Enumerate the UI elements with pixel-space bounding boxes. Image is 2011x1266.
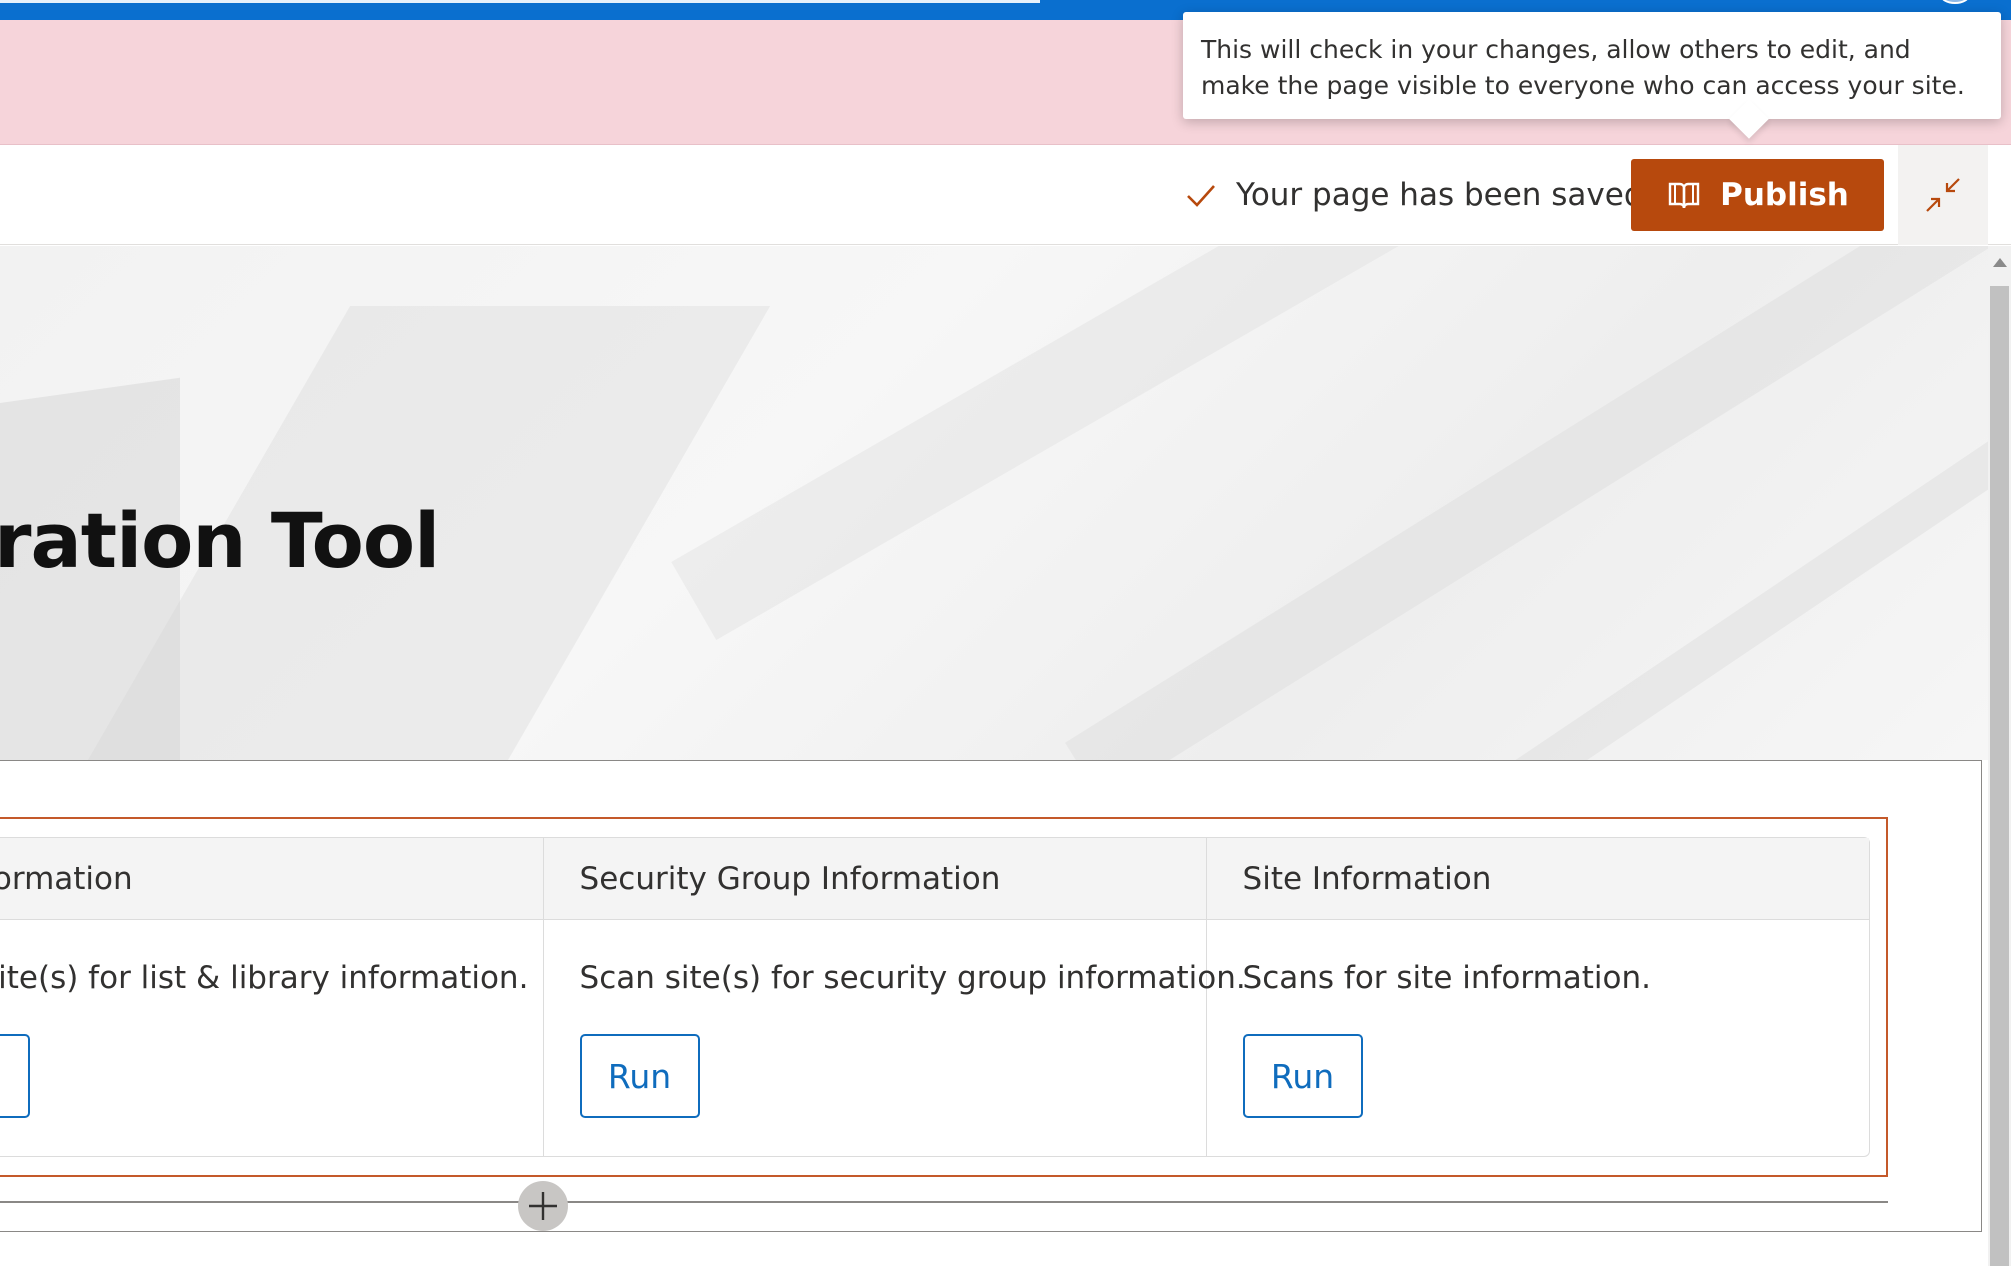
page-title[interactable]: ration Tool bbox=[0, 496, 440, 585]
card-site-information: Site Information Scans for site informat… bbox=[1206, 838, 1869, 1156]
scrollbar-thumb[interactable] bbox=[1990, 286, 2009, 1266]
tool-cards: formation site(s) for list & library inf… bbox=[0, 837, 1870, 1157]
publish-button-label: Publish bbox=[1720, 177, 1849, 213]
card-header: formation bbox=[0, 838, 543, 920]
save-status: Your page has been saved bbox=[1184, 171, 1644, 219]
plus-icon bbox=[529, 1192, 557, 1220]
hero-decor-shape bbox=[671, 246, 1929, 640]
card-description: Scans for site information. bbox=[1242, 960, 1652, 996]
card-description: site(s) for list & library information. bbox=[0, 920, 543, 996]
card-header: Security Group Information bbox=[543, 838, 1206, 920]
page-scrollbar[interactable] bbox=[1988, 246, 2011, 1266]
scroll-up-arrow-icon[interactable] bbox=[1993, 258, 2007, 267]
section-divider bbox=[0, 1201, 1888, 1203]
book-icon bbox=[1668, 182, 1700, 209]
card-description-text: site(s) for list & library information. bbox=[0, 960, 529, 996]
selected-webpart-outline[interactable]: formation site(s) for list & library inf… bbox=[0, 817, 1888, 1177]
card-description: Scan site(s) for security group informat… bbox=[579, 960, 1246, 996]
title-area-background: ration Tool bbox=[0, 246, 1988, 760]
publish-tooltip: This will check in your changes, allow o… bbox=[1183, 12, 2001, 139]
run-button[interactable]: n bbox=[0, 1034, 30, 1118]
card-header: Site Information bbox=[1206, 838, 1869, 920]
card-security-group-information: Security Group Information Scan site(s) … bbox=[543, 838, 1246, 1156]
card-list-library-information: formation site(s) for list & library inf… bbox=[0, 838, 544, 1156]
run-button[interactable]: Run bbox=[579, 1034, 700, 1118]
add-section-button[interactable] bbox=[518, 1181, 568, 1231]
publish-button[interactable]: Publish bbox=[1631, 159, 1884, 231]
save-status-text: Your page has been saved bbox=[1236, 177, 1644, 213]
run-button[interactable]: Run bbox=[1242, 1034, 1363, 1118]
page-section: formation site(s) for list & library inf… bbox=[0, 760, 1982, 1232]
page-command-bar: Your page has been saved Publish bbox=[0, 145, 2011, 245]
publish-tooltip-text: This will check in your changes, allow o… bbox=[1201, 35, 1965, 100]
avatar[interactable] bbox=[1940, 0, 1970, 4]
search-box-edge[interactable] bbox=[0, 0, 1040, 3]
card-header-text: formation bbox=[0, 860, 133, 897]
collapse-icon bbox=[1926, 178, 1960, 212]
collapse-button[interactable] bbox=[1898, 145, 1988, 245]
checkmark-icon bbox=[1187, 185, 1215, 207]
